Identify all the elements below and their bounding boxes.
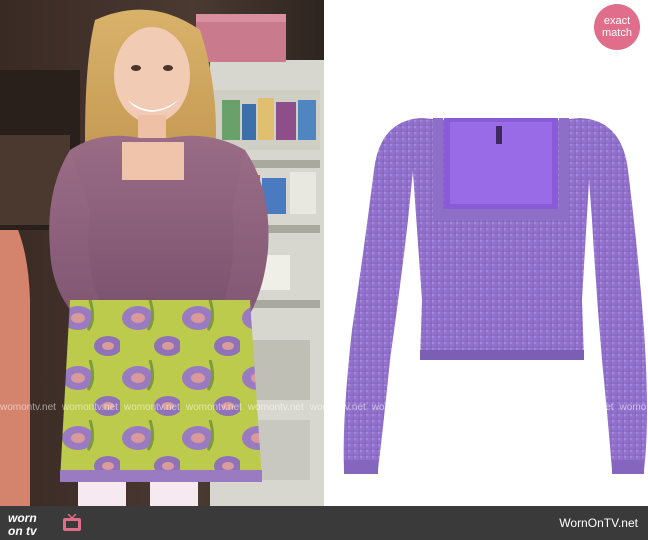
site-name[interactable]: WornOnTV.net <box>559 506 638 540</box>
purple-top-illustration <box>343 118 647 474</box>
tv-icon <box>63 514 81 531</box>
logo-text-line-1: worn <box>8 511 37 525</box>
logo-text-line-2: on tv <box>8 524 37 538</box>
exact-match-badge: exact match <box>594 4 640 50</box>
tv-still-photo <box>0 0 324 506</box>
worn-on-tv-logo[interactable]: worn on tv <box>4 508 84 538</box>
tv-still-illustration <box>0 0 324 506</box>
badge-line-2: match <box>602 27 632 39</box>
product-photo: exact match <box>324 0 648 506</box>
badge-line-1: exact <box>603 15 631 27</box>
footer-bar: worn on tv WornOnTV.net <box>0 506 648 540</box>
outfit-comparison: exact match womontv.net womontv.net womont… <box>0 0 648 540</box>
